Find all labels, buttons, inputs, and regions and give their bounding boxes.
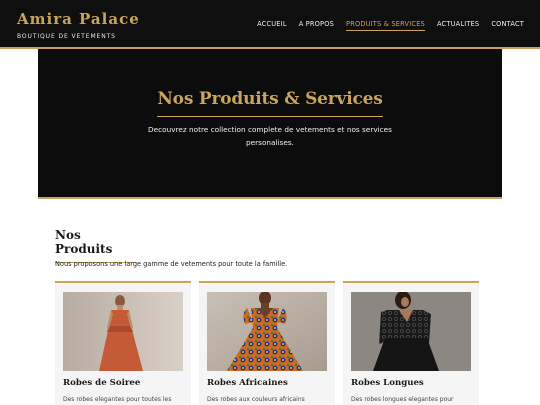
hero-banner: Nos Produits & Services Decouvrez notre … — [38, 49, 502, 199]
site-header: Amira Palace BOUTIQUE DE VETEMENTS ACCUE… — [0, 0, 540, 49]
brand-tagline: BOUTIQUE DE VETEMENTS — [17, 33, 116, 40]
black-lace-dress-photo — [351, 292, 471, 371]
product-image-robes-longues[interactable] — [351, 292, 471, 371]
nav-item-contact[interactable]: CONTACT — [491, 20, 524, 31]
nav-item-produits-services[interactable]: PRODUITS & SERVICES — [346, 20, 425, 31]
product-card-title: Robes de Soiree — [63, 378, 141, 388]
product-card-robes-de-soiree[interactable]: Robes de Soiree Des robes elegantes pour… — [55, 281, 191, 405]
product-card-robes-africaines[interactable]: Robes Africaines Des robes aux couleurs … — [199, 281, 335, 405]
main-nav: ACCUEIL A PROPOS PRODUITS & SERVICES ACT… — [245, 20, 524, 31]
product-image-robes-africaines[interactable] — [207, 292, 327, 371]
product-card-desc: Des robes aux couleurs africains — [207, 396, 305, 403]
product-card-desc: Des robes elegantes pour toutes les — [63, 396, 172, 403]
brand[interactable]: Amira Palace BOUTIQUE DE VETEMENTS — [17, 10, 140, 40]
product-card-title: Robes Africaines — [207, 378, 288, 388]
nav-item-a-propos[interactable]: A PROPOS — [299, 20, 334, 31]
brand-name[interactable]: Amira Palace — [17, 10, 140, 28]
product-card-desc: Des robes longues elegantes pour — [351, 396, 454, 403]
african-dress-photo — [207, 292, 327, 371]
product-card-robes-longues[interactable]: Robes Longues Des robes longues elegante… — [343, 281, 479, 405]
hero-subtitle: Decouvrez notre collection complete de v… — [148, 125, 392, 147]
product-card-title: Robes Longues — [351, 378, 424, 388]
product-cards: Robes de Soiree Des robes elegantes pour… — [55, 281, 479, 405]
nav-item-accueil[interactable]: ACCUEIL — [257, 20, 287, 31]
section-title: Nos Produits — [55, 228, 136, 263]
nav-item-actualites[interactable]: ACTUALITES — [437, 20, 479, 31]
hero-title: Nos Produits & Services — [157, 89, 383, 117]
section-intro: Nous proposons une large gamme de veteme… — [55, 260, 288, 268]
red-dress-photo — [63, 292, 183, 371]
product-image-robes-de-soiree[interactable] — [63, 292, 183, 371]
